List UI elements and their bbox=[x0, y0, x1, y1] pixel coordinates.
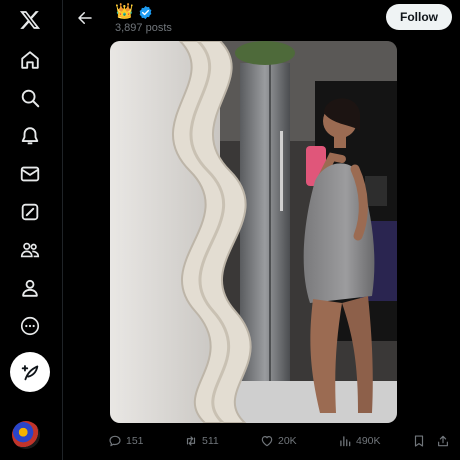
app-root: 👑 3,897 posts Follow 151 511 20K 490K bbox=[0, 0, 460, 460]
sidebar-item-messages[interactable] bbox=[10, 156, 50, 192]
sidebar-item-communities[interactable] bbox=[10, 232, 50, 268]
sidebar-nav bbox=[10, 42, 50, 344]
search-icon bbox=[21, 89, 40, 108]
repost-button[interactable]: 511 bbox=[184, 434, 219, 448]
verified-badge-icon bbox=[138, 5, 153, 20]
views-chart-icon bbox=[340, 436, 351, 447]
account-avatar[interactable] bbox=[12, 421, 40, 449]
views-button[interactable]: 490K bbox=[338, 434, 381, 448]
share-button[interactable] bbox=[436, 434, 450, 448]
communities-icon bbox=[20, 242, 40, 258]
back-button[interactable] bbox=[71, 4, 99, 32]
repost-count: 511 bbox=[202, 435, 219, 447]
follow-button[interactable]: Follow bbox=[386, 4, 452, 30]
sidebar-item-profile[interactable] bbox=[10, 270, 50, 306]
sidebar-item-explore[interactable] bbox=[10, 80, 50, 116]
share-icon bbox=[438, 435, 448, 447]
compose-post-button[interactable] bbox=[10, 352, 50, 392]
feather-plus-icon bbox=[21, 365, 39, 381]
mirror-selfie-image bbox=[110, 41, 397, 423]
heart-icon bbox=[261, 436, 273, 447]
more-icon bbox=[20, 316, 40, 336]
post-actions: 151 511 20K 490K bbox=[108, 430, 452, 452]
sidebar-item-more[interactable] bbox=[10, 308, 50, 344]
arrow-left-icon bbox=[78, 12, 92, 24]
grok-icon bbox=[21, 203, 39, 221]
bell-icon bbox=[21, 127, 39, 145]
home-icon bbox=[21, 51, 39, 69]
repost-icon bbox=[186, 436, 196, 446]
display-name-row: 👑 bbox=[115, 2, 153, 22]
mail-icon bbox=[20, 166, 40, 182]
sidebar-item-notifications[interactable] bbox=[10, 118, 50, 154]
view-count: 490K bbox=[356, 435, 381, 447]
sidebar-item-home[interactable] bbox=[10, 42, 50, 78]
post-count: 3,897 posts bbox=[115, 22, 172, 34]
sidebar bbox=[0, 0, 60, 460]
column-divider bbox=[62, 0, 63, 460]
profile-header: 👑 3,897 posts Follow bbox=[63, 0, 460, 40]
bookmark-icon bbox=[414, 435, 424, 447]
reply-count: 151 bbox=[126, 435, 144, 447]
post-media[interactable] bbox=[110, 41, 397, 423]
sidebar-item-grok[interactable] bbox=[10, 194, 50, 230]
like-count: 20K bbox=[278, 435, 297, 447]
bookmark-button[interactable] bbox=[412, 434, 426, 448]
reply-icon bbox=[109, 435, 121, 447]
profile-icon bbox=[22, 279, 38, 297]
display-name: 👑 bbox=[115, 3, 134, 20]
x-logo-icon[interactable] bbox=[10, 4, 50, 36]
like-button[interactable]: 20K bbox=[260, 434, 297, 448]
reply-button[interactable]: 151 bbox=[108, 434, 144, 448]
